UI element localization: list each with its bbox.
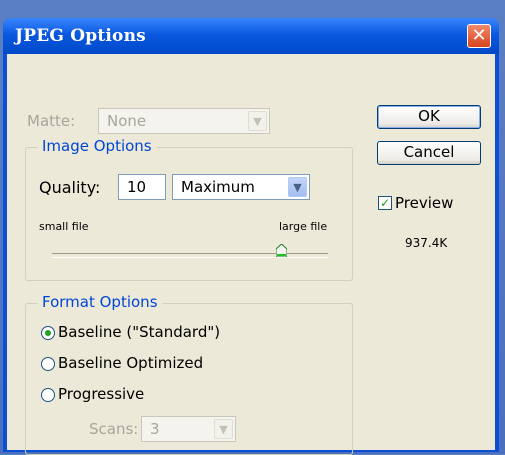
chevron-down-icon: ▼: [288, 177, 307, 197]
matte-value: None: [107, 112, 147, 130]
preview-checkbox[interactable]: ✓: [378, 196, 392, 210]
format-options-legend: Format Options: [37, 293, 163, 311]
slider-min-label: small file: [39, 220, 89, 233]
close-icon: ✕: [471, 25, 487, 46]
title-bar[interactable]: JPEG Options ✕: [3, 18, 499, 54]
quality-preset-select[interactable]: Maximum ▼: [172, 174, 310, 200]
quality-label: Quality:: [39, 178, 101, 197]
radio-progressive[interactable]: [41, 388, 55, 402]
close-button[interactable]: ✕: [467, 24, 491, 48]
baseline-optimized-label: Baseline Optimized: [58, 354, 204, 372]
window-title: JPEG Options: [15, 26, 146, 46]
matte-label: Matte:: [27, 112, 76, 130]
file-size-readout: 937.4K: [405, 236, 448, 250]
image-options-legend: Image Options: [37, 137, 157, 155]
progressive-label: Progressive: [58, 385, 145, 403]
baseline-standard-label: Baseline ("Standard"): [58, 323, 221, 341]
chevron-down-icon: ▼: [214, 419, 233, 439]
scans-select[interactable]: 3 ▼: [141, 416, 236, 442]
quality-slider-track[interactable]: [52, 253, 328, 258]
matte-select[interactable]: None ▼: [98, 108, 270, 134]
scans-value: 3: [150, 420, 160, 438]
cancel-button[interactable]: Cancel: [377, 141, 481, 165]
radio-baseline-standard[interactable]: [41, 326, 55, 340]
slider-thumb-icon[interactable]: [275, 242, 288, 258]
checkmark-icon: ✓: [379, 196, 391, 210]
quality-input[interactable]: 10: [118, 174, 166, 200]
dialog-body: Matte: None ▼ OK Cancel ✓ Preview 937.4K…: [7, 54, 495, 455]
chevron-down-icon: ▼: [248, 111, 267, 131]
slider-max-label: large file: [279, 220, 328, 233]
jpeg-options-dialog: JPEG Options ✕ Matte: None ▼ OK Cancel ✓…: [3, 18, 499, 455]
preview-label: Preview: [395, 194, 454, 212]
radio-baseline-optimized[interactable]: [41, 357, 55, 371]
scans-label: Scans:: [89, 420, 139, 438]
image-options-group: [25, 147, 353, 281]
ok-button[interactable]: OK: [377, 105, 481, 129]
quality-preset-value: Maximum: [181, 178, 255, 196]
